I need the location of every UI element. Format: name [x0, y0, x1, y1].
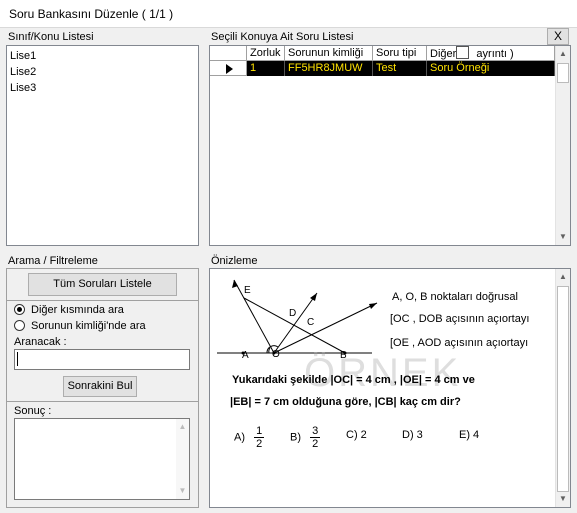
down-arrow-icon[interactable]: ▼: [556, 229, 570, 245]
search-label: Aranacak :: [14, 336, 67, 348]
column-header-difficulty[interactable]: Zorluk: [247, 46, 285, 61]
radio-other-label: Diğer kısmında ara: [31, 304, 124, 316]
given-text-2: [OC , DOB açısının açıortayı: [390, 313, 530, 325]
choice-d: D) 3: [402, 429, 423, 441]
scroll-thumb[interactable]: [557, 63, 569, 83]
point-label-o: O: [272, 349, 280, 360]
point-label-c: C: [307, 317, 315, 328]
up-arrow-icon[interactable]: ▲: [556, 46, 570, 62]
point-label-d: D: [289, 308, 297, 319]
divider: [7, 300, 198, 301]
radio-id[interactable]: [14, 320, 25, 331]
point-label-a: A: [242, 350, 249, 361]
choice-b-denominator: 2: [312, 438, 319, 450]
list-item[interactable]: Lise2: [10, 64, 36, 80]
divider: [7, 401, 198, 402]
choice-a-denominator: 2: [256, 438, 263, 450]
question-grid[interactable]: Zorluk Sorunun kimliği Soru tipi Diğer a…: [209, 45, 571, 246]
column-header-id[interactable]: Sorunun kimliği: [285, 46, 373, 61]
search-input[interactable]: [14, 349, 190, 370]
down-arrow-icon[interactable]: ▼: [556, 491, 570, 507]
question-list-scrollbar[interactable]: ▲ ▼: [555, 46, 570, 245]
geometry-figure: [217, 279, 378, 355]
given-text-3: [OE , AOD açısının açıortayı: [390, 337, 529, 349]
choice-c: C) 2: [346, 429, 367, 441]
preview-scrollbar[interactable]: ▲ ▼: [555, 269, 570, 507]
given-text-1: A, O, B noktaları doğrusal: [392, 291, 518, 303]
close-button[interactable]: X: [547, 28, 569, 45]
text-caret: [17, 352, 18, 366]
class-list[interactable]: Lise1 Lise2 Lise3: [6, 45, 199, 246]
point-label-e: E: [244, 285, 251, 296]
radio-other[interactable]: [14, 304, 25, 315]
column-header-other-label: Diğer: [430, 48, 457, 60]
table-cell-type[interactable]: Test: [373, 61, 427, 76]
preview-header: Önizleme: [211, 255, 258, 267]
preview-panel: E D C A O B A, O, B noktaları doğrusal […: [209, 268, 571, 508]
table-cell-difficulty[interactable]: 1: [247, 61, 285, 76]
column-header-detail-label: ayrıntı ): [476, 48, 514, 60]
up-arrow-icon[interactable]: ▲: [176, 419, 189, 435]
preview-canvas: E D C A O B A, O, B noktaları doğrusal […: [212, 271, 554, 505]
question-list-header: Seçili Konuya Ait Soru Listesi: [211, 31, 354, 43]
question-line-1: Yukarıdaki şekilde |OC| = 4 cm , |OE| = …: [232, 374, 475, 386]
class-list-header: Sınıf/Konu Listesi: [8, 31, 94, 43]
triangle-right-icon: [226, 64, 233, 74]
column-header-type[interactable]: Soru tipi: [373, 46, 427, 61]
radio-id-label: Sorunun kimliği'nde ara: [31, 320, 146, 332]
choice-a-label: A): [234, 431, 245, 444]
search-panel-header: Arama / Filtreleme: [8, 255, 98, 267]
list-item[interactable]: Lise1: [10, 48, 36, 64]
choice-b-numerator: 3: [310, 425, 321, 438]
choice-b: B) 32: [290, 425, 321, 450]
table-cell-other[interactable]: Soru Örneği: [427, 61, 555, 76]
grid-corner: [210, 46, 247, 61]
result-label: Sonuç :: [14, 405, 52, 417]
choice-b-label: B): [290, 431, 301, 444]
question-line-2: |EB| = 7 cm olduğuna göre, |CB| kaç cm d…: [230, 396, 461, 408]
choice-e: E) 4: [459, 429, 480, 441]
result-scrollbar[interactable]: ▲ ▼: [176, 419, 189, 499]
row-indicator[interactable]: [210, 61, 247, 76]
result-textarea[interactable]: ▲ ▼: [14, 418, 190, 500]
detail-checkbox[interactable]: [456, 46, 470, 59]
choice-a-numerator: 1: [254, 425, 265, 438]
up-arrow-icon[interactable]: ▲: [556, 269, 570, 285]
window-title: Soru Bankasını Düzenle ( 1/1 ): [9, 7, 174, 21]
list-item[interactable]: Lise3: [10, 80, 36, 96]
down-arrow-icon[interactable]: ▼: [176, 483, 189, 499]
scroll-thumb[interactable]: [557, 286, 569, 492]
table-cell-id[interactable]: FF5HR8JMUW: [285, 61, 373, 76]
find-next-button[interactable]: Sonrakini Bul: [63, 376, 137, 397]
choice-a: A) 12: [234, 425, 265, 450]
window-title-bar: Soru Bankasını Düzenle ( 1/1 ): [0, 0, 577, 28]
column-header-other[interactable]: Diğer ayrıntı ): [427, 46, 555, 61]
list-all-button[interactable]: Tüm Soruları Listele: [28, 273, 177, 296]
